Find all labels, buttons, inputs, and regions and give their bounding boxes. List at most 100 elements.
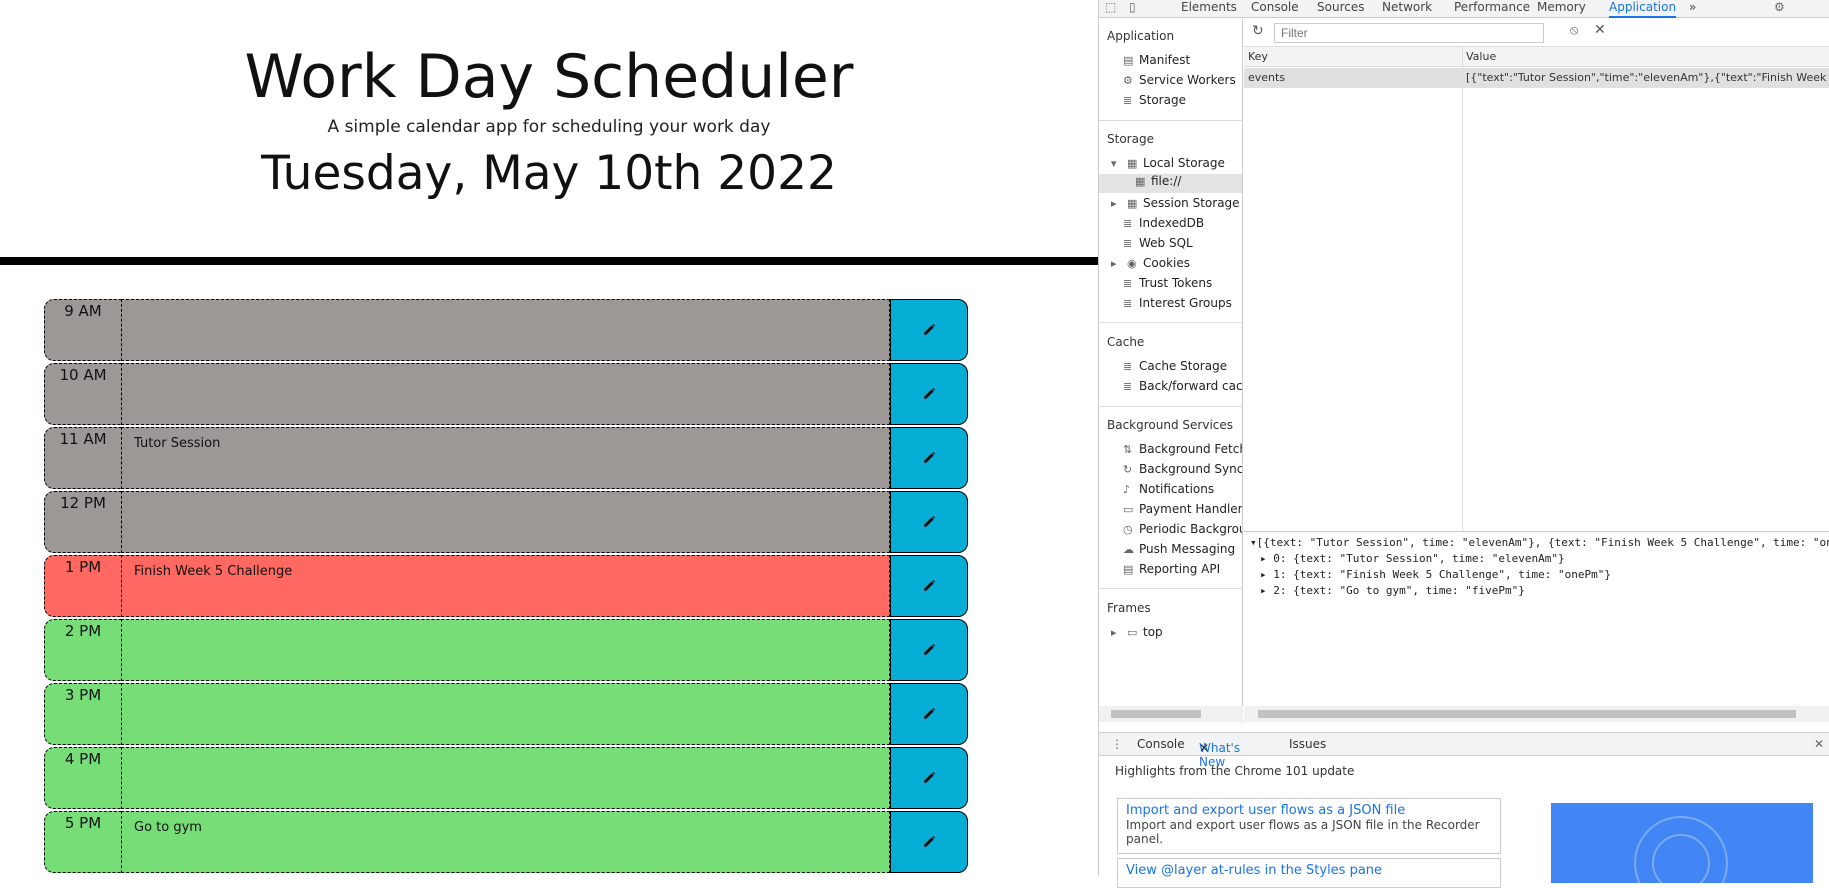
sidebar-item-notifications[interactable]: ♪ Notifications xyxy=(1123,482,1214,496)
save-button[interactable] xyxy=(890,427,968,489)
sidebar-item-top-frame[interactable]: ▸ ▭ top xyxy=(1111,625,1163,639)
sidebar-item-periodic-background-sync[interactable]: ◷ Periodic Background Sync xyxy=(1123,522,1242,536)
close-icon[interactable]: ✕ xyxy=(1199,741,1209,755)
sidebar-item-session-storage[interactable]: ▸ ▦ Session Storage xyxy=(1111,196,1240,210)
current-date: Tuesday, May 10th 2022 xyxy=(261,146,837,201)
save-button[interactable] xyxy=(890,747,968,809)
refresh-icon[interactable]: ↻ xyxy=(1252,23,1264,39)
filter-input[interactable] xyxy=(1274,23,1544,43)
sidebar-item-web-sql[interactable]: ≣ Web SQL xyxy=(1123,236,1193,250)
sidebar-item-indexeddb[interactable]: ≣ IndexedDB xyxy=(1123,216,1204,230)
event-description[interactable] xyxy=(121,683,890,745)
preview-item-text: 0: {text: "Tutor Session", time: "eleven… xyxy=(1273,552,1565,565)
database-icon: ≣ xyxy=(1123,94,1133,107)
sidebar-item-manifest[interactable]: ▤ Manifest xyxy=(1123,53,1190,67)
inspect-icon[interactable]: ⬚ xyxy=(1105,0,1116,18)
sidebar-item-cookies[interactable]: ▸ ◉ Cookies xyxy=(1111,256,1190,270)
pencil-icon xyxy=(924,451,936,463)
save-button[interactable] xyxy=(890,683,968,745)
sidebar-horizontal-scrollbar[interactable] xyxy=(1099,706,1243,722)
drawer-menu-icon[interactable]: ⋮ xyxy=(1111,737,1123,751)
clear-all-icon[interactable]: ⦸ xyxy=(1570,23,1578,38)
hour-label: 9 AM xyxy=(44,299,121,361)
sidebar-item-label: Periodic Background Sync xyxy=(1139,522,1242,536)
more-tabs-button[interactable]: » xyxy=(1689,0,1696,18)
preview-item[interactable]: ▸ 0: {text: "Tutor Session", time: "elev… xyxy=(1260,552,1565,565)
expand-arrow-icon[interactable]: ▸ xyxy=(1260,568,1267,581)
feature-card[interactable]: View @layer at-rules in the Styles pane xyxy=(1117,858,1501,888)
cell-value[interactable]: [{"text":"Tutor Session","time":"elevenA… xyxy=(1466,71,1828,84)
sidebar-item-background-sync[interactable]: ↻ Background Sync xyxy=(1123,462,1242,476)
save-button[interactable] xyxy=(890,811,968,873)
sidebar-item-file[interactable]: ▦ file:// xyxy=(1099,174,1242,193)
event-description[interactable] xyxy=(121,747,890,809)
save-button[interactable] xyxy=(890,491,968,553)
sidebar-item-label: Service Workers xyxy=(1139,73,1236,87)
collapse-arrow-icon[interactable]: ▾ xyxy=(1250,536,1257,549)
sidebar-item-back-forward-cache[interactable]: ≣ Back/forward cache xyxy=(1123,379,1242,393)
expand-arrow-icon[interactable]: ▸ xyxy=(1260,552,1267,565)
tab-elements[interactable]: Elements xyxy=(1181,0,1237,18)
column-header-value[interactable]: Value xyxy=(1466,50,1496,63)
scrollbar-thumb[interactable] xyxy=(1258,710,1796,718)
table-horizontal-scrollbar[interactable] xyxy=(1244,706,1829,722)
event-description[interactable] xyxy=(121,363,890,425)
column-divider[interactable] xyxy=(1462,47,1463,531)
tab-performance[interactable]: Performance xyxy=(1454,0,1530,18)
time-block: 5 PM Go to gym xyxy=(44,811,968,873)
pencil-icon xyxy=(924,707,936,719)
sidebar-item-local-storage[interactable]: ▾ ▦ Local Storage xyxy=(1111,156,1225,170)
cell-key[interactable]: events xyxy=(1248,71,1285,84)
card-icon: ▭ xyxy=(1123,503,1134,516)
event-description[interactable]: Finish Week 5 Challenge xyxy=(121,555,890,617)
preview-summary[interactable]: ▾[{text: "Tutor Session", time: "elevenA… xyxy=(1250,536,1829,549)
time-block-list: 9 AM 10 AM 11 AM Tutor Session 12 PM 1 PM Fini… xyxy=(44,299,968,875)
column-header-key[interactable]: Key xyxy=(1248,50,1268,63)
event-description[interactable]: Go to gym xyxy=(121,811,890,873)
tab-sources[interactable]: Sources xyxy=(1317,0,1364,18)
expand-arrow-icon[interactable]: ▸ xyxy=(1111,197,1123,210)
sidebar-item-trust-tokens[interactable]: ≣ Trust Tokens xyxy=(1123,276,1212,290)
tab-application[interactable]: Application xyxy=(1609,0,1677,18)
feature-card[interactable]: Import and export user flows as a JSON f… xyxy=(1117,798,1501,854)
grid-icon: ▦ xyxy=(1127,197,1138,210)
feature-card-title[interactable]: Import and export user flows as a JSON f… xyxy=(1126,803,1492,818)
value-preview: ▾[{text: "Tutor Session", time: "elevenA… xyxy=(1244,531,1829,726)
tab-console[interactable]: Console xyxy=(1251,0,1299,18)
device-toolbar-icon[interactable]: ▯ xyxy=(1129,0,1136,18)
preview-item[interactable]: ▸ 1: {text: "Finish Week 5 Challenge", t… xyxy=(1260,568,1611,581)
pencil-icon xyxy=(924,643,936,655)
expand-arrow-icon[interactable]: ▸ xyxy=(1260,584,1267,597)
tab-memory[interactable]: Memory xyxy=(1537,0,1586,18)
drawer-tab-issues[interactable]: Issues xyxy=(1289,737,1326,751)
application-sidebar: Application ▤ Manifest ⚙ Service Workers ≣… xyxy=(1099,19,1243,723)
sidebar-item-service-workers[interactable]: ⚙ Service Workers xyxy=(1123,73,1236,87)
save-button[interactable] xyxy=(890,299,968,361)
save-button[interactable] xyxy=(890,363,968,425)
sidebar-item-cache-storage[interactable]: ≣ Cache Storage xyxy=(1123,359,1227,373)
expand-arrow-icon[interactable]: ▸ xyxy=(1111,257,1123,270)
event-description[interactable]: Tutor Session xyxy=(121,427,890,489)
save-button[interactable] xyxy=(890,555,968,617)
tab-network[interactable]: Network xyxy=(1382,0,1432,18)
gear-icon[interactable]: ⚙ xyxy=(1774,0,1785,18)
sidebar-item-background-fetch[interactable]: ⇅ Background Fetch xyxy=(1123,442,1242,456)
close-drawer-icon[interactable]: ✕ xyxy=(1814,737,1824,751)
drawer-tab-console[interactable]: Console xyxy=(1137,737,1185,751)
table-row[interactable]: events [{"text":"Tutor Session","time":"… xyxy=(1244,68,1829,88)
sidebar-header-frames: Frames xyxy=(1107,601,1151,615)
sidebar-item-push-messaging[interactable]: ☁ Push Messaging xyxy=(1123,542,1235,556)
scrollbar-thumb[interactable] xyxy=(1111,710,1201,718)
delete-selected-icon[interactable]: ✕ xyxy=(1594,22,1606,38)
event-description[interactable] xyxy=(121,299,890,361)
sidebar-item-storage[interactable]: ≣ Storage xyxy=(1123,93,1186,107)
sidebar-item-payment-handler[interactable]: ▭ Payment Handler xyxy=(1123,502,1242,516)
preview-item[interactable]: ▸ 2: {text: "Go to gym", time: "fivePm"} xyxy=(1260,584,1525,597)
sidebar-item-reporting-api[interactable]: ▤ Reporting API xyxy=(1123,562,1220,576)
expand-arrow-icon[interactable]: ▾ xyxy=(1111,157,1123,170)
event-description[interactable] xyxy=(121,491,890,553)
sidebar-item-interest-groups[interactable]: ≣ Interest Groups xyxy=(1123,296,1232,310)
save-button[interactable] xyxy=(890,619,968,681)
expand-arrow-icon[interactable]: ▸ xyxy=(1111,626,1123,639)
event-description[interactable] xyxy=(121,619,890,681)
